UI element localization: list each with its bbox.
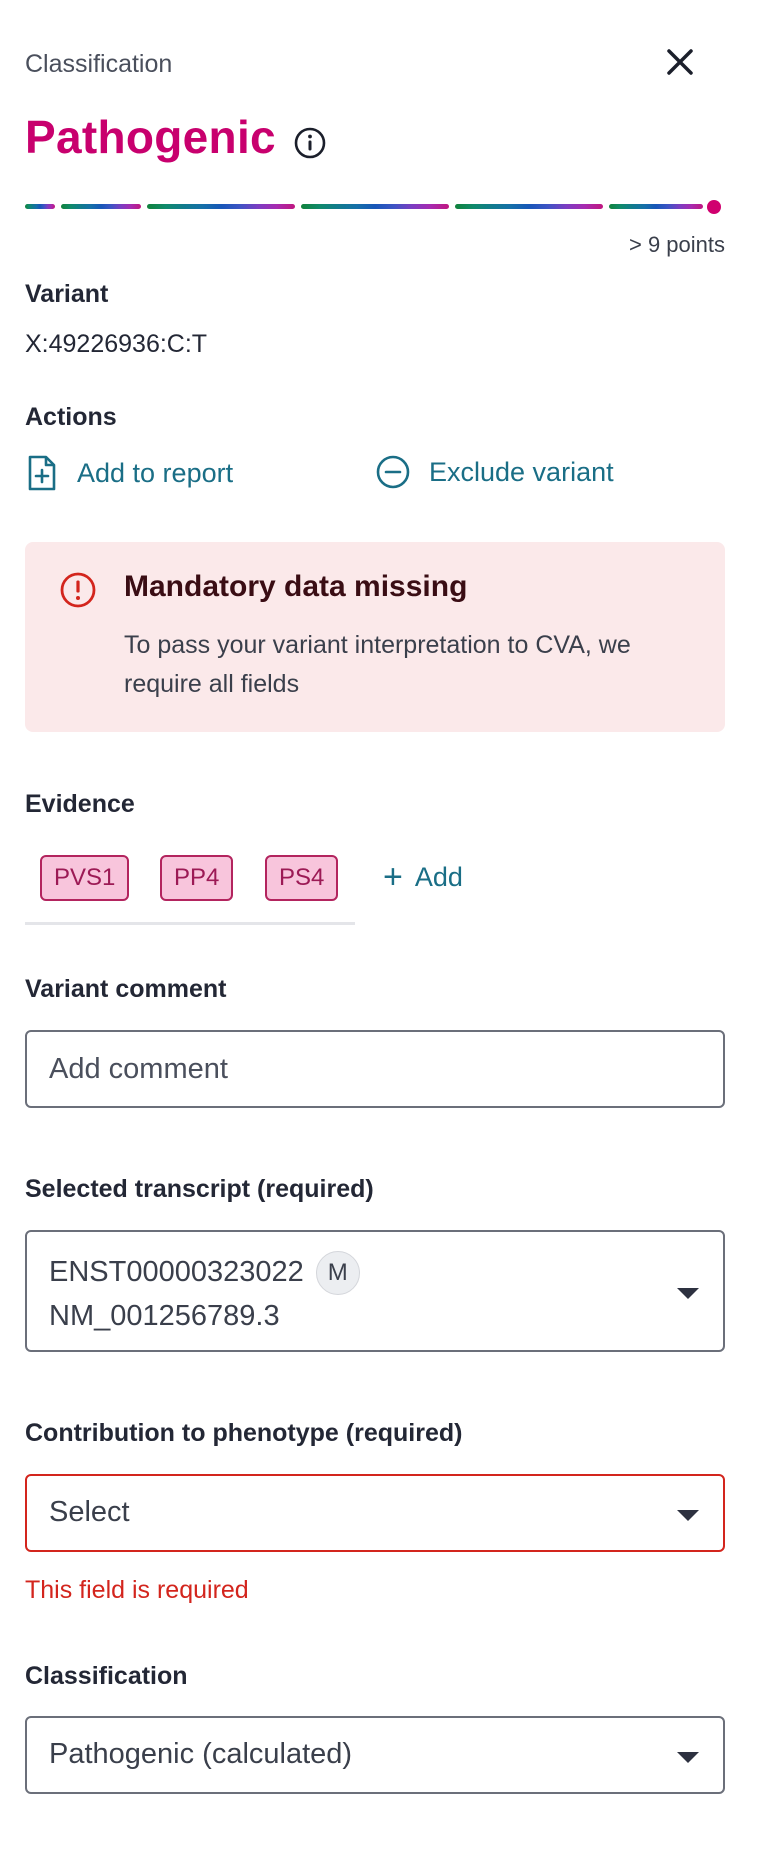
close-icon	[667, 49, 693, 75]
contribution-value: Select	[49, 1496, 130, 1528]
chevron-down-icon	[677, 1752, 699, 1763]
chevron-down-icon	[677, 1288, 699, 1299]
scale-marker	[707, 200, 721, 214]
alert-body: To pass your variant interpretation to C…	[124, 631, 631, 698]
evidence-chip-list: PVS1 PP4 PS4	[25, 855, 355, 925]
scale-segment	[301, 204, 449, 209]
transcript-select[interactable]: ENST00000323022 M NM_001256789.3	[25, 1230, 725, 1352]
evidence-chip-ps4[interactable]: PS4	[265, 855, 339, 901]
variant-comment-input[interactable]	[25, 1030, 725, 1108]
evidence-label: Evidence	[25, 790, 135, 818]
contribution-select[interactable]: Select	[25, 1474, 725, 1552]
scale-segment	[609, 204, 703, 209]
panel-eyebrow: Classification	[25, 50, 173, 78]
variant-comment-label: Variant comment	[25, 975, 227, 1003]
scale-segment	[61, 204, 141, 209]
points-label: > 9 points	[628, 232, 725, 257]
variant-value: X:49226936:C:T	[25, 330, 208, 358]
file-add-icon	[28, 455, 56, 491]
info-icon	[294, 127, 326, 159]
transcript-refseq: NM_001256789.3	[49, 1300, 280, 1332]
info-button[interactable]	[292, 125, 328, 161]
close-button[interactable]	[660, 42, 700, 82]
scale-segment	[147, 204, 295, 209]
contribution-error: This field is required	[25, 1576, 249, 1604]
plus-icon: +	[383, 858, 403, 896]
classification-title: Pathogenic	[25, 111, 276, 163]
add-evidence-button[interactable]: + Add	[383, 860, 463, 894]
transcript-id: ENST00000323022	[49, 1256, 304, 1288]
points-scale	[25, 200, 721, 214]
add-to-report-button[interactable]: Add to report	[25, 454, 233, 492]
variant-label: Variant	[25, 280, 109, 308]
alert-icon	[58, 570, 98, 610]
classification-value: Pathogenic (calculated)	[49, 1738, 353, 1770]
minus-circle-icon	[376, 455, 410, 489]
evidence-chip-pvs1[interactable]: PVS1	[40, 855, 130, 901]
mane-badge: M	[315, 1251, 360, 1296]
chevron-down-icon	[677, 1510, 699, 1521]
exclude-variant-button[interactable]: Exclude variant	[375, 454, 614, 490]
alert-title: Mandatory data missing	[124, 570, 468, 603]
exclude-variant-label: Exclude variant	[429, 456, 614, 487]
add-to-report-label: Add to report	[77, 457, 234, 488]
transcript-primary: ENST00000323022 M	[49, 1250, 360, 1296]
actions-label: Actions	[25, 403, 117, 431]
scale-segment	[455, 204, 603, 209]
scale-segment	[25, 204, 55, 209]
contribution-label: Contribution to phenotype (required)	[25, 1419, 463, 1447]
classification-select[interactable]: Pathogenic (calculated)	[25, 1716, 725, 1794]
add-evidence-label: Add	[414, 861, 463, 892]
classification-label: Classification	[25, 1662, 188, 1690]
transcript-label: Selected transcript (required)	[25, 1175, 374, 1203]
evidence-chip-pp4[interactable]: PP4	[160, 855, 234, 901]
